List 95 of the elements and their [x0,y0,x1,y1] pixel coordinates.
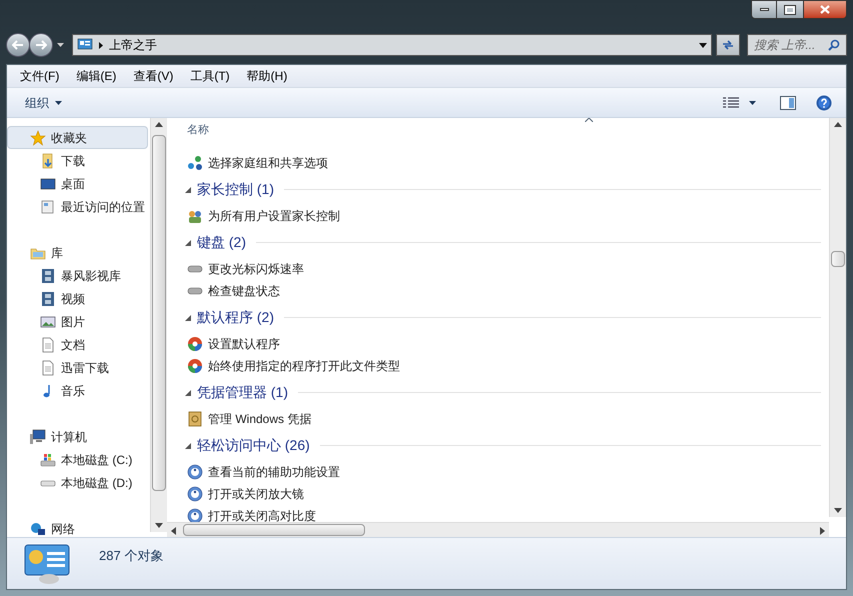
caret-icon[interactable] [749,100,756,104]
sidebar-item[interactable]: 下载 [7,149,148,172]
collapse-arrow-icon[interactable] [185,314,191,320]
network-icon [30,520,46,536]
collapse-arrow-icon[interactable] [185,390,191,396]
control-panel-item[interactable]: 检查键盘状态 [185,280,821,302]
refresh-icon [721,39,735,51]
control-panel-item[interactable]: 查看当前的辅助功能设置 [185,461,821,483]
drive-icon [40,452,56,468]
scroll-down-icon[interactable] [834,508,842,513]
document-icon [40,336,56,352]
group-header[interactable]: 家长控制 (1) [197,179,274,200]
sidebar-item[interactable]: 最近访问的位置 [7,195,148,218]
sidebar-item[interactable]: 收藏夹 [7,126,148,149]
star-icon [30,130,46,146]
collapse-arrow-icon[interactable] [185,240,191,246]
sidebar-item[interactable]: 文档 [7,333,148,356]
breadcrumb-item[interactable]: 上帝之手 [109,36,157,54]
film-icon [40,268,56,284]
sidebar-item[interactable]: 计算机 [7,425,148,448]
address-field[interactable]: 上帝之手 [72,34,712,56]
default-programs-icon [187,358,203,374]
family-icon [187,208,203,224]
picture-icon [40,314,56,330]
scroll-thumb[interactable] [831,251,845,267]
close-button[interactable] [803,0,847,19]
default-programs-icon [187,336,203,352]
organize-button[interactable]: 组织 [21,94,66,112]
search-icon [828,39,840,51]
control-panel-item[interactable]: 始终使用指定的程序打开此文件类型 [185,355,821,377]
scroll-down-icon[interactable] [155,523,163,528]
forward-arrow-icon [35,40,47,50]
minimize-button[interactable] [751,0,777,19]
computer-icon [30,428,46,444]
scroll-up-icon[interactable] [155,122,163,127]
collapse-arrow-icon[interactable] [185,442,191,448]
help-icon[interactable] [816,94,832,110]
group-header[interactable]: 默认程序 (2) [197,307,274,328]
control-panel-item[interactable]: 选择家庭组和共享选项 [185,152,821,174]
document-icon [40,360,56,376]
vault-icon [187,411,203,427]
recent-pages-caret-icon[interactable] [57,43,64,47]
homegroup-icon [187,155,203,171]
horizontal-scrollbar[interactable] [167,522,829,537]
control-panel-item[interactable]: 管理 Windows 凭据 [185,408,821,430]
back-arrow-icon [12,40,24,50]
control-panel-item[interactable]: 打开或关闭放大镜 [185,483,821,505]
sidebar-item[interactable]: 本地磁盘 (C:) [7,448,148,471]
group-header[interactable]: 轻松访问中心 (26) [197,435,310,456]
accessibility-icon [187,464,203,480]
sidebar-item[interactable]: 视频 [7,287,148,310]
sidebar-item[interactable]: 库 [7,241,148,264]
control-panel-item[interactable]: 设置默认程序 [185,333,821,355]
breadcrumb-arrow-icon[interactable] [99,42,103,48]
preview-pane-icon[interactable] [780,96,796,110]
sidebar-item[interactable]: 图片 [7,310,148,333]
vertical-scrollbar[interactable] [829,118,846,517]
control-panel-item[interactable]: 为所有用户设置家长控制 [185,205,821,227]
view-list-icon[interactable] [723,96,739,108]
group-header[interactable]: 键盘 (2) [197,232,246,253]
scroll-right-icon[interactable] [820,527,825,535]
menu-item[interactable]: 编辑(E) [75,67,118,85]
control-panel-icon [23,544,71,584]
dropdown-caret-icon[interactable] [699,42,707,48]
sidebar-item[interactable]: 音乐 [7,379,148,402]
search-field[interactable]: 搜索 上帝... [747,34,847,56]
column-header[interactable]: 名称 [185,122,209,138]
status-text: 287 个对象 [99,547,164,565]
film-icon [40,290,56,306]
forward-button[interactable] [29,33,53,57]
sidebar-item[interactable]: 迅雷下载 [7,356,148,379]
sidebar-item[interactable]: 暴风影视库 [7,264,148,287]
back-button[interactable] [6,33,30,57]
accessibility-icon [187,486,203,502]
menu-item[interactable]: 工具(T) [189,67,231,85]
vertical-scrollbar[interactable] [150,118,167,532]
scroll-thumb[interactable] [183,524,365,536]
sidebar-item[interactable]: 桌面 [7,172,148,195]
control-panel-item[interactable]: 更改光标闪烁速率 [185,258,821,280]
sidebar-item[interactable]: 本地磁盘 (D:) [7,471,148,494]
refresh-button[interactable] [716,34,740,56]
caret-icon [55,100,62,104]
recent-places-icon [40,198,56,214]
group-header[interactable]: 凭据管理器 (1) [197,382,288,403]
sidebar-item[interactable]: 网络 [7,517,148,540]
desktop-icon [40,176,56,192]
scroll-up-icon[interactable] [834,122,842,127]
maximize-button[interactable] [777,0,803,19]
menu-item[interactable]: 查看(V) [132,67,174,85]
close-icon [820,5,830,14]
menu-item[interactable]: 帮助(H) [246,67,288,85]
collapse-arrow-icon[interactable] [185,186,191,192]
scroll-left-icon[interactable] [171,527,176,535]
menu-item[interactable]: 文件(F) [19,67,60,85]
scroll-thumb[interactable] [152,135,166,491]
